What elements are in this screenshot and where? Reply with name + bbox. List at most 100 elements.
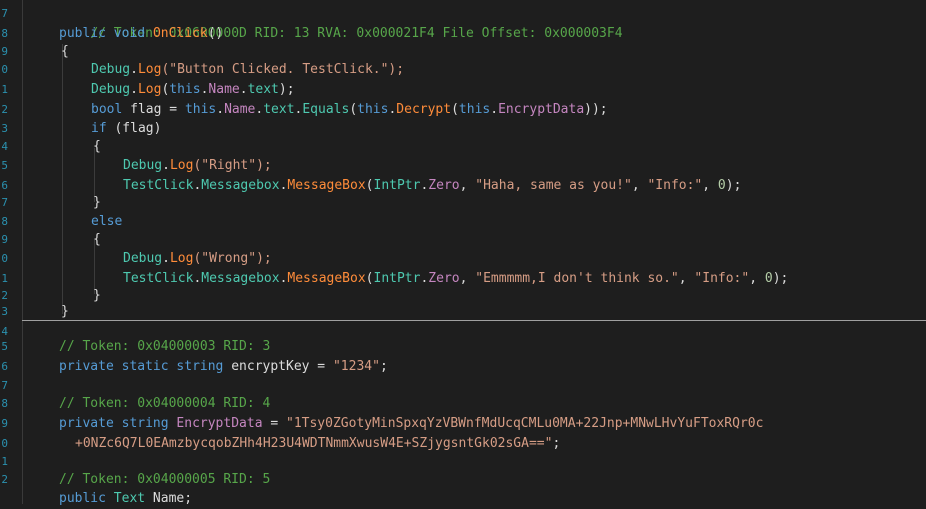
code-line[interactable]: else [91,212,122,232]
keyword: else [91,214,123,229]
code-line[interactable]: private static string encryptKey = "1234… [59,357,388,377]
property-name: Name [224,102,256,117]
punctuation: ; [379,359,388,374]
code-line[interactable]: public Text Name; [59,489,192,509]
punctuation: } [93,195,101,210]
line-number: 8 [1,215,8,228]
number-literal: 0 [764,271,773,286]
method-name: Decrypt [396,102,452,117]
line-number: 9 [1,417,8,430]
punctuation: )); [584,102,608,117]
punctuation: ( [451,102,459,117]
identifier: encryptKey = [223,359,333,374]
punctuation: ( [365,178,374,193]
keyword: private [59,359,114,374]
method-name: Log [137,82,162,97]
line-number: 2 [1,473,8,486]
punctuation: ); [772,271,789,286]
line-number: 7 [1,196,8,209]
code-line[interactable]: { [93,230,101,250]
code-line[interactable]: // Token: 0x0600000D RID: 13 RVA: 0x0000… [59,4,622,41]
indent-guide [62,44,63,314]
string-literal: "1Tsy0ZGotyMinSpxqYzVBWnfMdUcqCMLu0MA+22… [286,416,764,431]
line-number: 7 [1,379,8,392]
identifier: (flag) [106,121,162,136]
type-name: IntPtr [373,178,421,193]
punctuation: = [262,416,286,431]
line-number: 5 [1,159,8,172]
code-line[interactable]: Debug.Log(this.Name.text); [91,80,295,100]
string-literal: "1234" [332,359,380,374]
property-name: text [263,102,295,117]
code-line[interactable]: Debug.Log("Button Clicked. TestClick."); [91,60,404,80]
type-name: Debug [91,62,131,77]
punctuation: ; [552,436,561,451]
code-line[interactable]: public void OnClick() [59,24,223,44]
field-name: Zero [428,271,460,286]
line-number: 8 [1,27,8,40]
code-line[interactable]: TestClick.Messagebox.MessageBox(IntPtr.Z… [123,269,788,289]
punctuation: { [93,232,101,247]
punctuation: . [162,251,170,266]
punctuation: . [130,62,138,77]
type-name: Debug [91,82,131,97]
punctuation: ); [725,178,742,193]
string-literal: "Haha, same as you!" [475,178,632,193]
property-name: text [247,82,279,97]
string-literal: ("Wrong"); [193,251,272,266]
code-line[interactable]: // Token: 0x04000003 RID: 3 [59,337,270,357]
code-line[interactable]: bool flag = this.Name.text.Equals(this.D… [91,100,608,120]
keyword: this [169,82,201,97]
type-name: TestClick [123,271,194,286]
line-number: 6 [1,360,8,373]
string-literal: ("Button Clicked. TestClick."); [161,62,405,77]
punctuation: { [93,139,101,154]
punctuation: . [130,82,138,97]
method-name: OnClick [152,26,208,41]
punctuation: , [702,178,718,193]
line-number: 3 [1,305,8,318]
code-line[interactable]: } [61,302,69,322]
punctuation: . [216,102,225,117]
keyword: string [121,416,169,431]
field-name: EncryptData [176,416,263,431]
keyword: if [91,121,107,136]
code-line[interactable]: Debug.Log("Right"); [123,156,272,176]
punctuation: () [207,26,224,41]
code-line[interactable]: Debug.Log("Wrong"); [123,249,272,269]
punctuation: . [490,102,499,117]
type-name: Debug [123,251,163,266]
code-line[interactable]: } [93,193,101,213]
gutter-separator [22,0,23,504]
line-number: 5 [1,340,8,353]
method-name: Log [137,62,162,77]
code-editor[interactable]: 78901234567890123456789012 // Token: 0x0… [0,0,926,506]
code-line[interactable]: +0NZc6Q7L0EAmzbycqobZHh4H23U4WDTNmmXwusW… [75,434,560,454]
punctuation: , [631,178,648,193]
code-line[interactable]: TestClick.Messagebox.MessageBox(IntPtr.Z… [123,176,741,196]
punctuation: ( [365,271,374,286]
field-name: Zero [428,178,460,193]
code-line[interactable]: } [93,286,101,306]
code-line[interactable]: // Token: 0x04000004 RID: 4 [59,394,270,414]
line-number: 0 [1,437,8,450]
method-separator [22,320,926,321]
code-line[interactable]: private string EncryptData = "1Tsy0ZGoty… [59,414,763,434]
punctuation: } [93,288,101,303]
type-name: Debug [123,158,163,173]
punctuation: , [459,271,476,286]
code-line[interactable]: { [93,137,101,157]
line-number: 3 [1,122,8,135]
code-line[interactable]: { [61,42,69,62]
punctuation: . [239,82,248,97]
punctuation: { [61,44,69,59]
method-name: Log [169,251,194,266]
keyword: string [176,359,224,374]
punctuation: , [749,271,765,286]
keyword: this [184,102,217,117]
keyword: static [121,359,169,374]
keyword: private [59,416,114,431]
code-line[interactable]: // Token: 0x04000005 RID: 5 [59,470,270,490]
line-number: 9 [1,45,8,58]
code-line[interactable]: if (flag) [91,119,161,139]
